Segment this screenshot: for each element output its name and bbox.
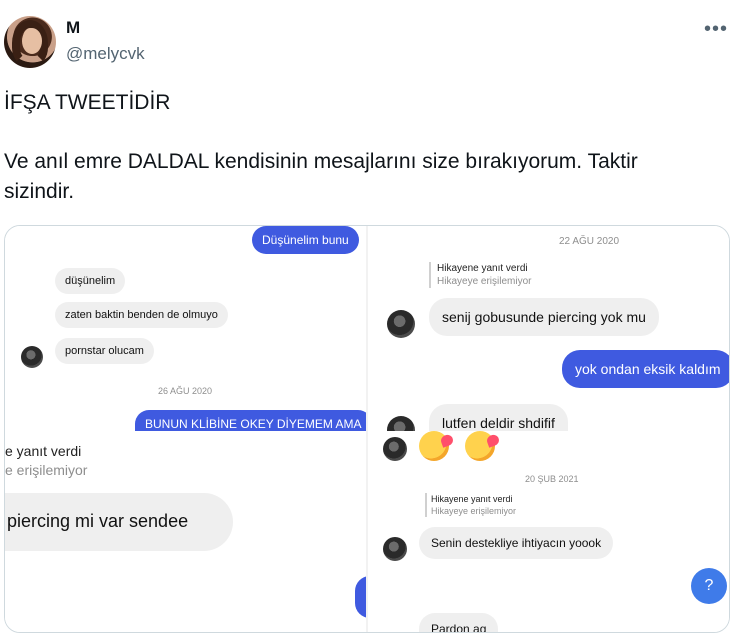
incoming-message: düşünelim	[55, 268, 126, 294]
sender-avatar	[387, 416, 415, 431]
reply-label: Hikayene yanıt verdi	[437, 263, 528, 274]
screenshot-bottom-right[interactable]: 20 ŞUB 2021 Hikayene yanıt verdi Hikayey…	[367, 431, 729, 632]
reply-bar	[429, 262, 431, 288]
kiss-emoji-icon	[465, 431, 495, 461]
media-divider	[366, 226, 368, 632]
screenshot-top-right[interactable]: 22 AĞU 2020 Hikayene yanıt verdi Hikayey…	[367, 226, 729, 431]
reply-sublabel: Hikayeye erişilemiyor	[437, 276, 532, 287]
sender-avatar	[21, 346, 43, 368]
message-date: 20 ŞUB 2021	[525, 474, 579, 484]
tweet-media[interactable]: Düşünelim bunu düşünelim zaten baktin be…	[4, 225, 730, 633]
sender-avatar	[387, 310, 415, 338]
more-horizontal-icon[interactable]: •••	[704, 18, 728, 41]
author-avatar[interactable]	[4, 16, 56, 68]
incoming-message: pornstar olucam	[55, 338, 154, 364]
outgoing-message: BUNUN KLİBİNE OKEY DİYEMEM AMA	[135, 410, 367, 431]
incoming-message: piercing mi var sendee	[5, 493, 233, 551]
help-button[interactable]: ?	[691, 568, 727, 604]
reply-label: Hikayene yanıt verdi	[431, 494, 513, 504]
outgoing-message: Düşünelim bunu	[252, 226, 359, 254]
screenshot-top-left[interactable]: Düşünelim bunu düşünelim zaten baktin be…	[5, 226, 367, 431]
screenshot-bottom-left[interactable]: e yanıt verdi e erişilemiyor piercing mi…	[5, 431, 367, 632]
incoming-message: lutfen deldir shdifif	[429, 404, 568, 431]
outgoing-message: yok ondan eksik kaldım	[562, 350, 729, 388]
incoming-message: Pardon ag	[419, 613, 499, 632]
incoming-message: Senin destekliye ihtiyacın yoook	[419, 527, 614, 559]
reply-sublabel: e erişilemiyor	[5, 462, 88, 478]
incoming-message: senij gobusunde piercing yok mu	[429, 298, 659, 336]
avatar-face	[22, 28, 42, 54]
incoming-message: zaten baktin benden de olmuyo	[55, 302, 228, 328]
reply-label: e yanıt verdi	[5, 443, 82, 459]
sender-avatar	[383, 437, 407, 461]
tweet-text-line-1: İFŞA TWEETİDİR	[4, 91, 171, 114]
reply-sublabel: Hikayeye erişilemiyor	[431, 506, 517, 516]
author-handle[interactable]: @melycvk	[66, 44, 145, 64]
sender-avatar	[383, 537, 407, 561]
message-date: 26 AĞU 2020	[158, 386, 213, 396]
reply-bar	[425, 493, 427, 517]
kiss-emoji-icon	[419, 431, 449, 461]
author-name[interactable]: M	[66, 18, 80, 38]
tweet-text-line-2: Ve anıl emre DALDAL kendisinin mesajları…	[4, 150, 638, 203]
message-date: 22 AĞU 2020	[559, 236, 620, 247]
